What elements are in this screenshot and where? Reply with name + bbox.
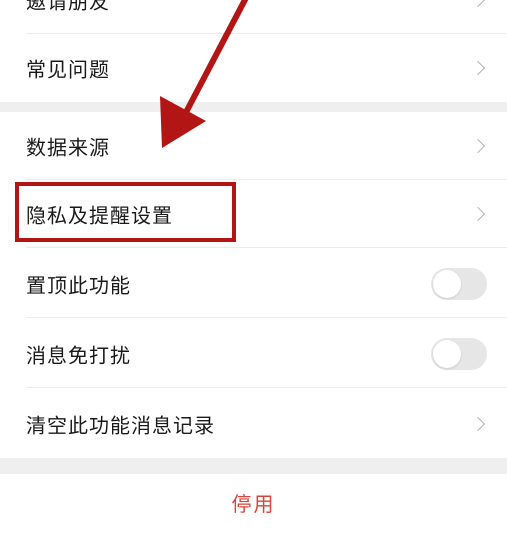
chevron-right-icon — [470, 138, 486, 154]
settings-item-label: 邀请朋友 — [26, 0, 110, 14]
settings-screen: 邀请朋友 常见问题 数据来源 隐私及提醒设置 置顶此功能 消息免打扰 清空此功能… — [0, 0, 507, 524]
chevron-right-icon — [470, 0, 486, 8]
settings-item-label: 清空此功能消息记录 — [26, 413, 215, 438]
settings-item-do-not-disturb[interactable]: 消息免打扰 — [0, 320, 507, 388]
section-gap — [0, 458, 507, 474]
settings-item-clear-history[interactable]: 清空此功能消息记录 — [0, 390, 507, 458]
settings-item-label: 置顶此功能 — [26, 273, 131, 298]
settings-item-label: 数据来源 — [26, 135, 110, 160]
highlight-box-annotation — [15, 182, 236, 242]
chevron-right-icon — [470, 416, 486, 432]
do-not-disturb-toggle[interactable] — [431, 338, 487, 370]
settings-item-invite-friends[interactable]: 邀请朋友 — [0, 0, 507, 34]
row-divider — [26, 317, 507, 318]
settings-item-label: 消息免打扰 — [26, 343, 131, 368]
settings-item-pin-to-top[interactable]: 置顶此功能 — [0, 250, 507, 318]
toggle-knob — [433, 340, 461, 368]
toggle-knob — [433, 270, 461, 298]
settings-item-label: 常见问题 — [26, 57, 110, 82]
disable-button[interactable]: 停用 — [0, 474, 507, 524]
settings-item-faq[interactable]: 常见问题 — [0, 34, 507, 102]
chevron-right-icon — [470, 206, 486, 222]
row-divider — [26, 387, 507, 388]
row-divider — [26, 247, 507, 248]
pin-to-top-toggle[interactable] — [431, 268, 487, 300]
chevron-right-icon — [470, 60, 486, 76]
section-gap — [0, 102, 507, 112]
settings-item-data-source[interactable]: 数据来源 — [0, 112, 507, 180]
